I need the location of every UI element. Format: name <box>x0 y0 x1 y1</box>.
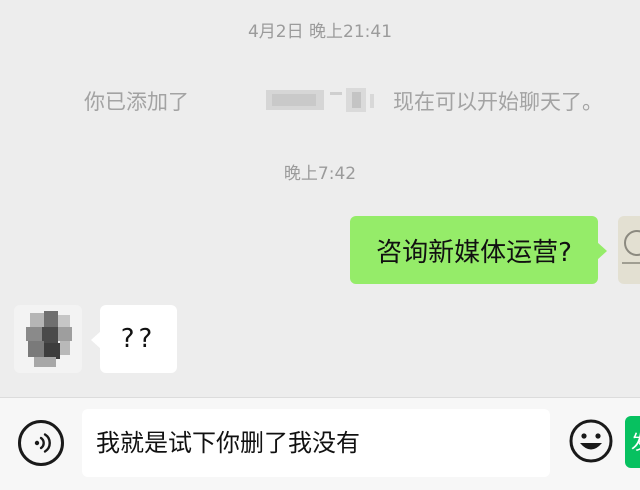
system-message-suffix: 现在可以开始聊天了。 <box>393 90 603 114</box>
timestamp: 晚上7:42 <box>283 164 357 184</box>
contact-avatar[interactable] <box>14 305 82 373</box>
message-input[interactable]: 我就是试下你删了我没有 <box>82 409 550 477</box>
send-button[interactable]: 发送 <box>625 416 640 468</box>
my-avatar[interactable] <box>618 216 640 284</box>
outgoing-message-bubble[interactable]: 咨询新媒体运营? <box>350 216 607 284</box>
system-message-prefix: 你已添加了 <box>84 90 189 114</box>
emoji-icon[interactable] <box>568 418 614 464</box>
incoming-message-bubble[interactable]: ?? <box>91 305 177 373</box>
timestamp: 4月2日 晚上21:41 <box>247 22 393 42</box>
voice-icon[interactable] <box>18 420 64 466</box>
avatar-sketch-icon <box>624 230 640 256</box>
input-bar: 我就是试下你删了我没有 发送 <box>0 397 640 490</box>
redacted-contact-name <box>266 86 376 114</box>
